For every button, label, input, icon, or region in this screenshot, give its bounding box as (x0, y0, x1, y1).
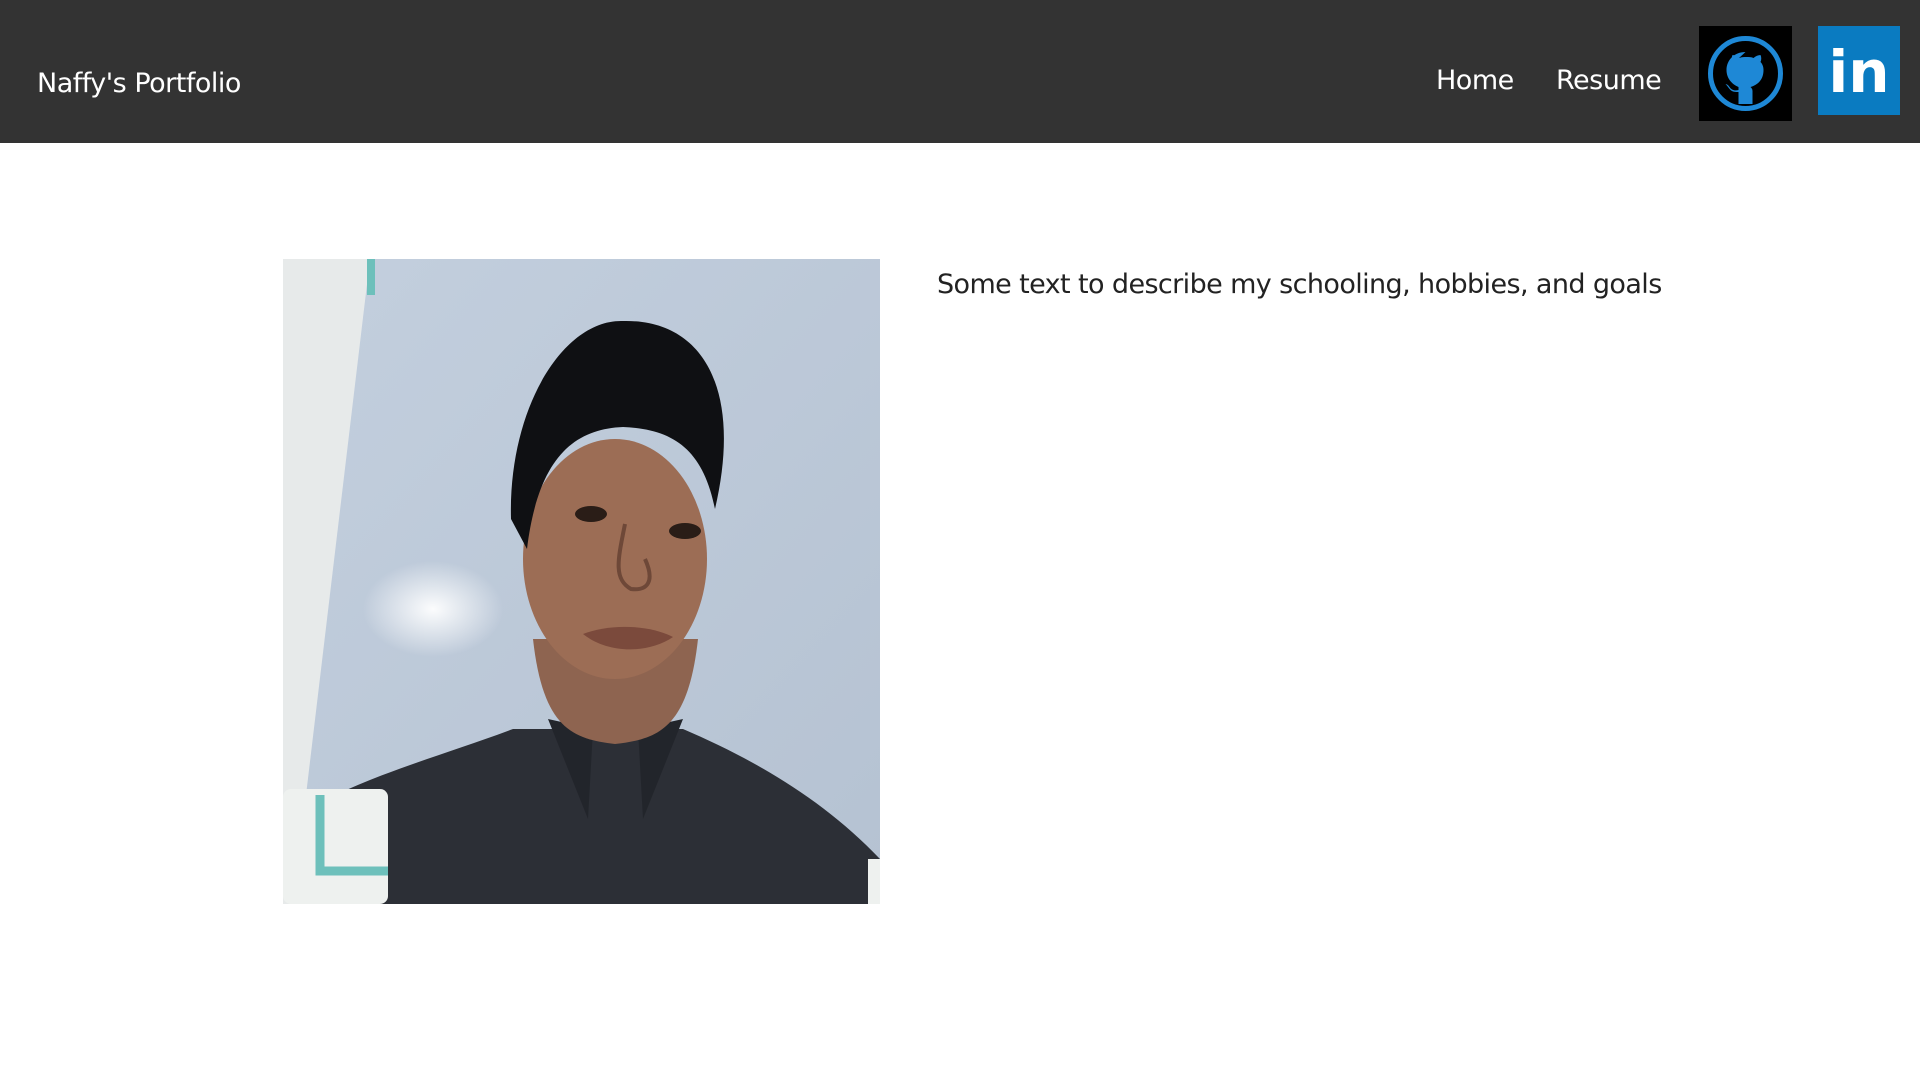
bio-text: Some text to describe my schooling, hobb… (937, 269, 1662, 300)
linkedin-link[interactable]: in (1818, 26, 1900, 115)
linkedin-icon: in (1828, 38, 1889, 106)
brand-link[interactable]: Naffy's Portfolio (37, 68, 241, 99)
nav-home-link[interactable]: Home (1436, 65, 1514, 96)
linkedin-glyph: in (1828, 38, 1889, 106)
github-icon (1708, 36, 1783, 111)
nav-resume-link[interactable]: Resume (1556, 65, 1662, 96)
navbar: Naffy's Portfolio Home Resume in (0, 0, 1920, 143)
profile-photo (283, 259, 880, 904)
github-link[interactable] (1699, 26, 1792, 121)
